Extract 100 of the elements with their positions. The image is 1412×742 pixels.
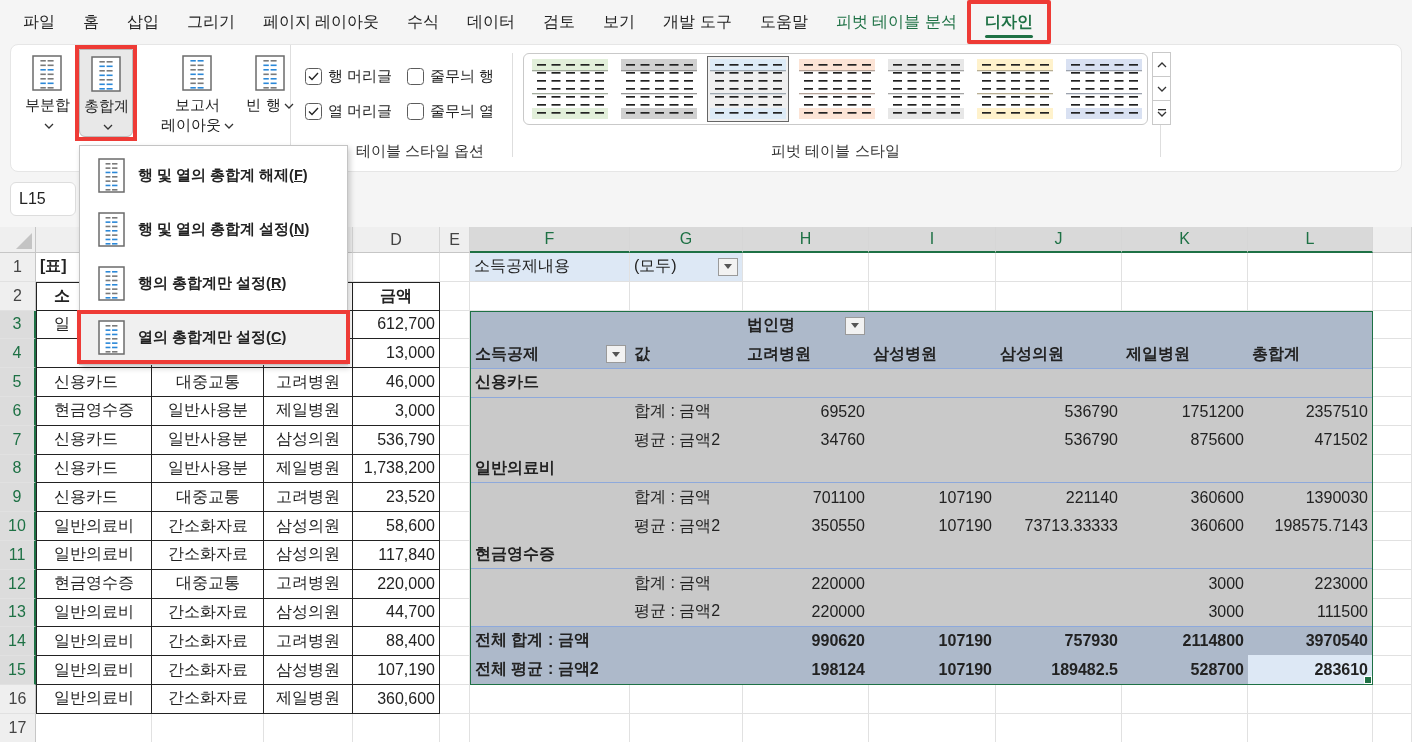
table-cell: 757930	[996, 626, 1122, 656]
table-cell: 107190	[869, 655, 996, 684]
table-cell: 2114800	[1122, 626, 1248, 656]
table-cell: 일반의료비	[36, 684, 152, 714]
table-cell: 536,790	[353, 425, 440, 455]
table-cell: 삼성병원	[264, 656, 353, 685]
table-cell-text: 3000	[1207, 573, 1245, 594]
table-cell-text: 536790	[1063, 401, 1119, 422]
table-cell: 360,600	[353, 684, 440, 714]
table-cell-text: 평균 : 금액2	[633, 515, 722, 536]
table-cell: 189482.5	[996, 655, 1122, 684]
table-cell: 고려병원	[264, 483, 353, 513]
table-cell: 간소화자료	[152, 598, 264, 628]
table-cell: 대중교통	[152, 569, 264, 599]
table-cell: 금액	[353, 281, 440, 311]
table-cell-text: 2357510	[1304, 401, 1369, 422]
table-cell: 간소화자료	[152, 684, 264, 714]
group-label: 피벗 테이블 스타일	[770, 142, 901, 161]
table-cell: 고려병원	[264, 569, 353, 599]
table-cell: 107,190	[353, 656, 440, 685]
table-cell-text: 221140	[1064, 487, 1119, 508]
table-cell: 일반의료비	[36, 627, 152, 657]
table-cell-text: 471502	[1313, 430, 1369, 451]
table-cell-text: 73713.33333	[1023, 516, 1119, 537]
table-cell: 일반사용분	[152, 397, 264, 426]
table-cell-text: 536790	[1063, 430, 1119, 451]
table-cell-text: (모두)	[634, 256, 677, 277]
table-cell: 117,840	[353, 540, 440, 570]
table-cell: 대중교통	[152, 483, 264, 513]
table-cell: 220,000	[353, 569, 440, 599]
table-cell: 3000	[1122, 598, 1248, 627]
table-cell: 제일병원	[264, 684, 353, 714]
table-cell-text: 350550	[810, 516, 866, 537]
table-cell: 삼성의원	[264, 512, 353, 541]
table-cell-text: 107190	[937, 487, 993, 508]
table-cell-text: 360600	[1189, 516, 1245, 537]
table-cell: 23,520	[353, 483, 440, 513]
table-cell: 값	[630, 340, 743, 369]
table-cell: 소득공제내용	[470, 253, 630, 282]
table-cell: 현금영수증	[36, 569, 152, 599]
table-cell: 고려병원	[743, 340, 869, 369]
table-cell: 111500	[1248, 598, 1372, 627]
table-cell: 신용카드	[36, 483, 152, 513]
table-cell: 198124	[743, 655, 869, 684]
table-cell: 612,700	[353, 310, 440, 340]
table-cell: 신용카드	[36, 368, 152, 397]
table-cell-text: 875600	[1189, 430, 1245, 451]
table-cell-text: 701100	[811, 487, 866, 508]
table-cell-text: 1390030	[1304, 487, 1369, 508]
table-cell: 990620	[743, 626, 869, 656]
table-cell: 3970540	[1248, 626, 1372, 656]
table-cell: 고려병원	[264, 368, 353, 397]
table-cell: 일반사용분	[152, 425, 264, 455]
table-cell-text: 69520	[819, 401, 866, 422]
table-cell: 전체 합계 : 금액	[471, 626, 743, 656]
group-label: 테이블 스타일 옵션	[354, 142, 485, 161]
table-cell-text: 소득공제	[475, 343, 539, 364]
table-cell: 46,000	[353, 368, 440, 397]
table-cell: 일반의료비	[36, 598, 152, 628]
table-cell: 일반의료비	[471, 454, 1372, 484]
table-cell: 간소화자료	[152, 512, 264, 541]
table-cell-text: 220000	[810, 573, 866, 594]
table-cell: 제일병원	[264, 397, 353, 426]
table-cell-text: 360600	[1189, 487, 1245, 508]
table-cell: 간소화자료	[152, 656, 264, 685]
table-cell-text: 223000	[1313, 573, 1369, 594]
table-cell: 전체 평균 : 금액2	[471, 655, 743, 684]
table-cell: 총합계	[1248, 340, 1372, 369]
table-cell: 삼성의원	[264, 598, 353, 628]
table-cell: 현금영수증	[36, 397, 152, 426]
table-cell-text: 1751200	[1180, 401, 1245, 422]
table-cell: 220000	[743, 598, 869, 627]
table-cell: 신용카드	[471, 368, 1372, 398]
table-cell-text: 합계 : 금액	[633, 573, 713, 594]
table-cell-text: 법인명	[747, 315, 795, 336]
table-cell: 대중교통	[152, 368, 264, 397]
table-cell: 삼성병원	[869, 340, 996, 369]
table-cell: 88,400	[353, 627, 440, 657]
table-cell-text: 합계 : 금액	[633, 401, 713, 422]
table-cell: 평균 : 금액2	[630, 598, 743, 627]
table-cell: 제일병원	[1122, 340, 1248, 369]
table-cell: 3,000	[353, 397, 440, 426]
table-cell: 제일병원	[264, 454, 353, 484]
table-cell: 44,700	[353, 598, 440, 628]
table-cell: 삼성의원	[264, 425, 353, 455]
table-cell: 고려병원	[264, 627, 353, 657]
table-cell: 신용카드	[36, 425, 152, 455]
table-cell: 13,000	[353, 339, 440, 369]
table-cell: 간소화자료	[152, 627, 264, 657]
table-cell: 283610	[1248, 655, 1372, 684]
table-cell: 신용카드	[36, 454, 152, 484]
table-cell: 삼성의원	[996, 340, 1122, 369]
table-cell: 일반의료비	[36, 512, 152, 541]
table-cell-text: 34760	[819, 430, 866, 451]
table-cell-text: 평균 : 금액2	[633, 429, 722, 450]
table-cell-text: 107190	[937, 516, 993, 537]
table-cell: 528700	[1122, 655, 1248, 684]
table-cell: 삼성의원	[264, 540, 353, 570]
table-cell: 일반의료비	[36, 656, 152, 685]
table-cell-text: 합계 : 금액	[633, 487, 713, 508]
